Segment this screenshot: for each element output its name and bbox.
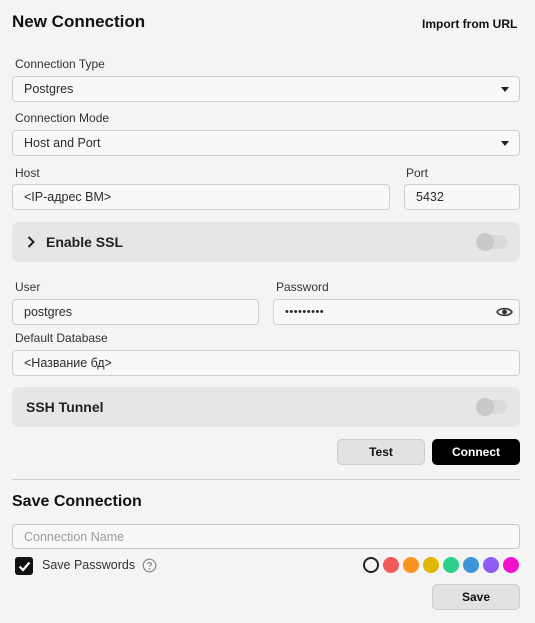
toggle-knob [476, 233, 494, 251]
host-input[interactable]: <IP-адрес ВМ> [12, 184, 390, 210]
port-label: Port [406, 166, 429, 180]
password-input[interactable]: ••••••••• [273, 299, 520, 325]
enable-ssl-panel[interactable]: Enable SSL [12, 222, 520, 262]
ssh-tunnel-title: SSH Tunnel [26, 399, 104, 415]
save-connection-title: Save Connection [12, 493, 142, 510]
connection-type-label: Connection Type [15, 57, 105, 71]
port-value: 5432 [416, 190, 444, 204]
user-label: User [15, 280, 41, 294]
user-input[interactable]: postgres [12, 299, 259, 325]
color-swatch[interactable] [483, 557, 499, 573]
host-label: Host [15, 166, 40, 180]
color-swatch[interactable] [463, 557, 479, 573]
password-label: Password [276, 280, 329, 294]
help-icon[interactable] [142, 558, 157, 573]
connection-type-value: Postgres [24, 82, 74, 96]
chevron-down-icon [501, 140, 509, 146]
connection-mode-label: Connection Mode [15, 111, 110, 125]
import-from-url-button[interactable]: Import from URL [422, 17, 517, 31]
save-button[interactable]: Save [432, 584, 520, 610]
port-input[interactable]: 5432 [404, 184, 520, 210]
color-swatch-none[interactable] [363, 557, 379, 573]
ssl-toggle[interactable] [476, 233, 507, 251]
test-button[interactable]: Test [337, 439, 425, 465]
color-swatch[interactable] [503, 557, 519, 573]
toggle-knob [476, 398, 494, 416]
ssh-tunnel-panel[interactable]: SSH Tunnel [12, 387, 520, 427]
host-value: <IP-адрес ВМ> [24, 190, 112, 204]
color-swatch[interactable] [443, 557, 459, 573]
password-value: ••••••••• [285, 306, 325, 318]
connection-type-select[interactable]: Postgres [12, 76, 520, 102]
connection-mode-select[interactable]: Host and Port [12, 130, 520, 156]
page-title: New Connection [12, 12, 146, 31]
default-database-value: <Название бд> [24, 356, 112, 370]
check-icon [18, 561, 30, 572]
connection-name-placeholder: Connection Name [24, 529, 125, 544]
color-swatch[interactable] [403, 557, 419, 573]
default-database-label: Default Database [15, 331, 108, 345]
eye-icon[interactable] [496, 306, 513, 318]
chevron-right-icon [27, 236, 35, 248]
color-swatch[interactable] [383, 557, 399, 573]
color-picker [363, 557, 519, 573]
save-passwords-label: Save Passwords [42, 558, 136, 572]
save-passwords-checkbox[interactable] [15, 557, 33, 575]
chevron-down-icon [501, 86, 509, 92]
ssh-toggle[interactable] [476, 398, 507, 416]
enable-ssl-title: Enable SSL [46, 234, 124, 250]
connection-mode-value: Host and Port [24, 136, 101, 150]
color-swatch[interactable] [423, 557, 439, 573]
connection-name-input[interactable]: Connection Name [12, 524, 520, 549]
user-value: postgres [24, 305, 72, 319]
connect-button[interactable]: Connect [432, 439, 520, 465]
default-database-input[interactable]: <Название бд> [12, 350, 520, 376]
section-divider [12, 479, 520, 480]
